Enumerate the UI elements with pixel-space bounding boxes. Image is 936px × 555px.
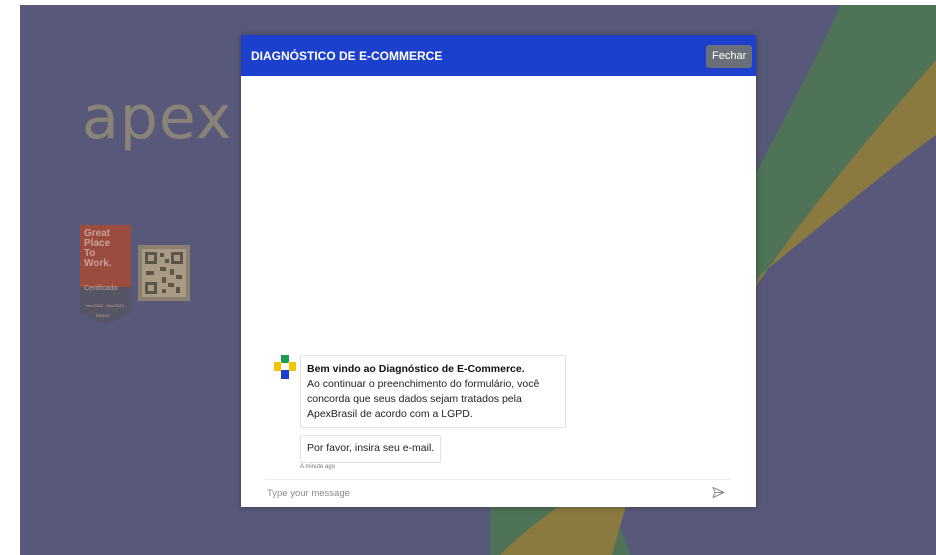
gptw-period: Nov/2022 - Nov/2023	[86, 303, 124, 308]
bot-message-email: Por favor, insira seu e-mail.	[300, 435, 442, 463]
close-button[interactable]: Fechar	[706, 45, 753, 68]
chat-dialog: DIAGNÓSTICO DE E-COMMERCE Fechar Bem vin…	[241, 35, 756, 507]
chat-title: DIAGNÓSTICO DE E-COMMERCE	[251, 49, 443, 63]
welcome-heading: Bem vindo ao Diagnóstico de E-Commerce.	[307, 363, 525, 375]
gptw-certified: Certificado	[84, 285, 118, 292]
input-divider	[265, 479, 731, 480]
send-icon[interactable]	[712, 486, 725, 499]
great-place-to-work-badge: Great Place To Work. Certificado Nov/202…	[80, 225, 131, 325]
chat-header: DIAGNÓSTICO DE E-COMMERCE Fechar	[241, 35, 756, 76]
gptw-country: BRASIL	[96, 313, 111, 318]
email-prompt-text: Por favor, insira seu e-mail.	[307, 442, 435, 454]
qr-code-icon	[138, 245, 190, 301]
bot-message-welcome: Bem vindo ao Diagnóstico de E-Commerce. …	[300, 355, 566, 428]
message-input[interactable]	[267, 484, 697, 502]
welcome-text: Ao continuar o preenchimento do formulár…	[307, 378, 540, 420]
apex-logo: apex	[82, 83, 233, 153]
bot-avatar-icon	[274, 355, 296, 379]
message-timestamp: A minute ago	[300, 464, 336, 470]
gptw-line4: Work.	[84, 258, 112, 269]
